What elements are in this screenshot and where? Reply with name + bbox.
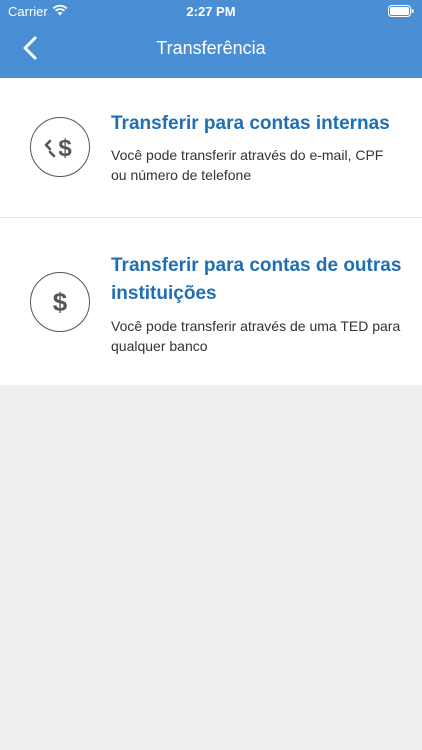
svg-text:$: $	[58, 135, 72, 162]
external-transfer-option[interactable]: $ Transferir para contas de outras insti…	[0, 218, 422, 385]
status-time: 2:27 PM	[186, 4, 236, 19]
option-description: Você pode transferir através do e-mail, …	[111, 147, 384, 183]
internal-transfer-option[interactable]: $ Transferir para contas internas Você p…	[0, 78, 422, 218]
dollar-icon: $	[30, 272, 90, 332]
option-title: Transferir para contas internas	[111, 113, 390, 134]
nav-bar: Transferência	[0, 22, 422, 78]
option-description: Você pode transferir através de uma TED …	[111, 318, 401, 354]
status-bar: Carrier 2:27 PM	[0, 0, 422, 22]
option-title: Transferir para contas de outras institu…	[111, 255, 402, 304]
svg-text:$: $	[53, 287, 68, 317]
transfer-options-list: $ Transferir para contas internas Você p…	[0, 78, 422, 385]
battery-icon	[388, 5, 414, 20]
internal-transfer-icon: $	[30, 117, 90, 177]
app-header: Carrier 2:27 PM Transferência	[0, 0, 422, 78]
page-title: Transferência	[156, 38, 266, 58]
